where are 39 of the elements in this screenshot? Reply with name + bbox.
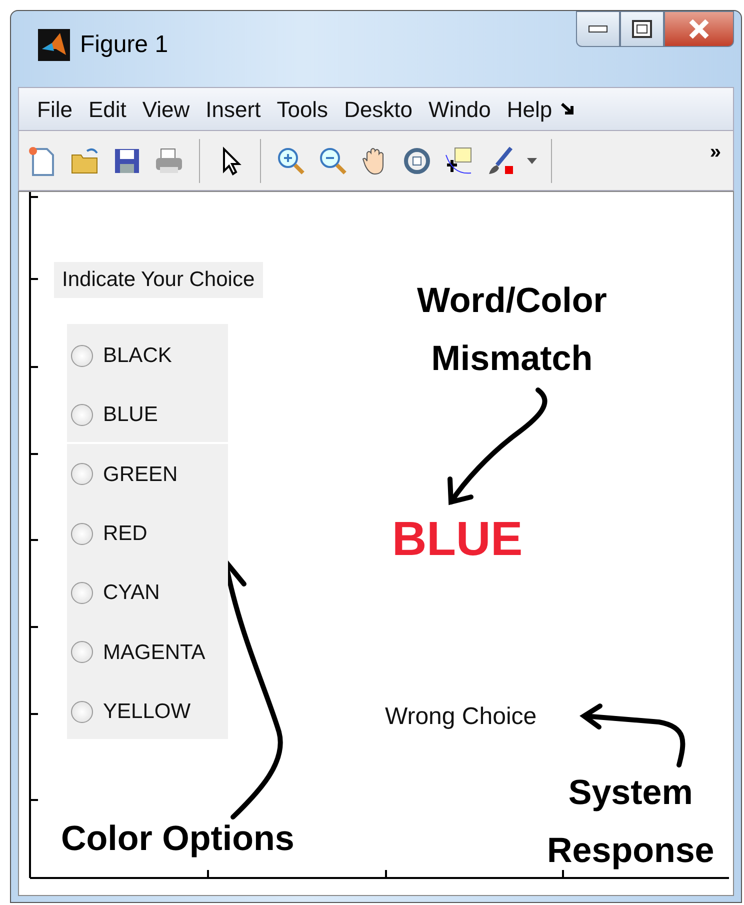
menu-item[interactable]: Tools bbox=[268, 92, 336, 126]
panel-title: Indicate Your Choice bbox=[54, 262, 263, 298]
menu-item[interactable]: Deskto bbox=[336, 92, 421, 126]
toolbar-overflow-button[interactable]: » bbox=[710, 137, 721, 167]
dock-arrow-icon[interactable] bbox=[560, 101, 576, 117]
menu-item[interactable]: File bbox=[29, 92, 80, 126]
radio-option[interactable]: GREEN bbox=[71, 458, 178, 490]
menu-item[interactable]: View bbox=[134, 92, 198, 126]
menu-item[interactable]: Windo bbox=[420, 92, 499, 126]
close-button[interactable] bbox=[664, 11, 734, 47]
radio-option[interactable]: BLACK bbox=[71, 340, 172, 372]
annotation-label: Word/Color Mismatch bbox=[417, 280, 607, 380]
radio-option[interactable]: RED bbox=[71, 518, 148, 550]
maximize-button[interactable] bbox=[620, 11, 664, 47]
annotation-label: System Response bbox=[547, 772, 714, 872]
menu-item[interactable]: Edit bbox=[80, 92, 134, 126]
radio-option[interactable]: BLUE bbox=[71, 399, 158, 431]
maximize-icon bbox=[632, 20, 652, 38]
radio-option[interactable]: CYAN bbox=[71, 577, 160, 609]
minimize-icon bbox=[588, 25, 608, 33]
menu-item[interactable]: Help bbox=[498, 92, 560, 126]
radio-icon[interactable] bbox=[71, 344, 93, 367]
radio-option[interactable]: YELLOW bbox=[71, 696, 191, 728]
menu-item[interactable]: Insert bbox=[198, 92, 269, 126]
radio-icon[interactable] bbox=[71, 582, 93, 604]
app-icon bbox=[38, 29, 70, 61]
radio-icon[interactable] bbox=[71, 463, 93, 486]
radio-icon[interactable] bbox=[71, 404, 93, 426]
window-title: Figure 1 bbox=[80, 30, 168, 60]
stimulus-word: BLUE bbox=[392, 512, 523, 568]
radio-icon[interactable] bbox=[71, 522, 93, 545]
radio-icon[interactable] bbox=[71, 641, 93, 664]
radio-option[interactable]: MAGENTA bbox=[71, 636, 206, 668]
minimize-button[interactable] bbox=[576, 11, 620, 47]
caret-icon[interactable] bbox=[527, 158, 537, 164]
close-icon bbox=[688, 19, 710, 39]
annotation-label: Color Options bbox=[61, 818, 294, 860]
response-text: Wrong Choice bbox=[385, 702, 537, 732]
radio-icon[interactable] bbox=[71, 700, 93, 723]
